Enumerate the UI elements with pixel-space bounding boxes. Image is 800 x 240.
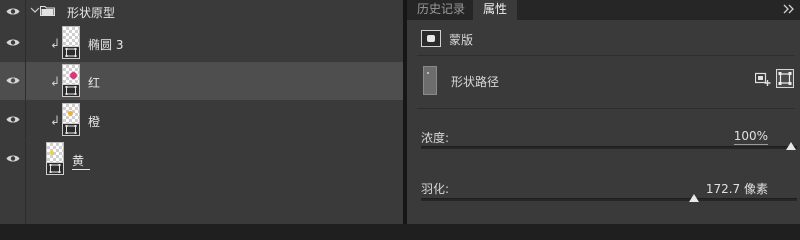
layer-group-row[interactable]: 形状原型 [0, 0, 403, 24]
feather-value[interactable]: 172.7 像素 [705, 180, 768, 199]
group-name[interactable]: 形状原型 [67, 4, 115, 21]
density-slider[interactable] [421, 142, 797, 150]
eye-column [0, 178, 26, 224]
shape-path-label: 形状路径 [451, 75, 500, 89]
chevron-down-icon[interactable] [30, 7, 40, 13]
tab-properties[interactable]: 属性 [473, 0, 518, 20]
layer-name[interactable]: 红 [88, 74, 100, 91]
eye-icon[interactable] [6, 38, 20, 47]
eye-column [0, 24, 26, 62]
vector-mask-icon[interactable] [62, 123, 80, 136]
folder-icon [40, 6, 55, 16]
properties-panel: 历史记录 属性 蒙版 形状路径 浓度: 100% 羽化: 172.7 像素 [407, 0, 800, 224]
layer-name[interactable]: 橙 [88, 113, 100, 130]
shape-path-thumbnail [423, 66, 437, 95]
clipping-arrow-icon [52, 38, 58, 48]
eye-icon[interactable] [6, 7, 20, 16]
eye-column [0, 140, 26, 178]
double-chevron-right-icon[interactable] [782, 3, 796, 15]
vector-mask-icon[interactable] [62, 46, 80, 59]
thumbnail-color-dot [68, 111, 73, 116]
feather-slider-thumb[interactable] [688, 194, 699, 202]
mask-type-row: 蒙版 [407, 28, 800, 50]
layer-row[interactable]: 黄 [0, 140, 403, 178]
mask-type-label: 蒙版 [449, 33, 474, 47]
vector-mask-icon[interactable] [46, 162, 64, 175]
eye-column [0, 0, 26, 24]
layer-row[interactable]: 椭圆 3 [0, 24, 403, 62]
eye-icon[interactable] [6, 115, 20, 124]
thumbnail-color-dot [70, 72, 77, 79]
layer-name[interactable]: 黄 [72, 152, 91, 170]
layer-row-selected[interactable]: 红 [0, 62, 403, 100]
feather-label: 羽化: [421, 182, 450, 196]
thumbnail-color-dot [50, 151, 54, 155]
density-value[interactable]: 100% [733, 129, 768, 145]
eye-icon[interactable] [6, 154, 20, 163]
layer-thumbnail [62, 64, 80, 86]
layer-name[interactable]: 椭圆 3 [88, 36, 123, 53]
panel-tab-bar: 历史记录 属性 [407, 0, 800, 20]
clipping-arrow-icon [52, 76, 58, 86]
clipping-arrow-icon [52, 115, 58, 125]
select-vector-mask-icon[interactable] [776, 69, 794, 88]
divider [417, 108, 795, 109]
eye-column [0, 101, 26, 139]
layer-thumbnail [62, 26, 80, 48]
eye-column [0, 62, 26, 100]
add-pixel-mask-icon[interactable] [755, 72, 771, 87]
vector-mask-icon[interactable] [421, 30, 441, 47]
eye-icon[interactable] [6, 76, 20, 85]
density-slider-thumb[interactable] [786, 142, 796, 150]
vector-mask-icon[interactable] [62, 84, 80, 97]
divider [417, 55, 795, 56]
layers-panel: 形状原型 椭圆 3 红 橙 黄 [0, 0, 403, 224]
density-label: 浓度: [421, 131, 450, 145]
feather-slider[interactable] [421, 194, 797, 202]
layer-row[interactable]: 橙 [0, 101, 403, 139]
layer-thumbnail [62, 103, 80, 125]
tab-history[interactable]: 历史记录 [407, 0, 475, 20]
layer-thumbnail [46, 142, 64, 164]
